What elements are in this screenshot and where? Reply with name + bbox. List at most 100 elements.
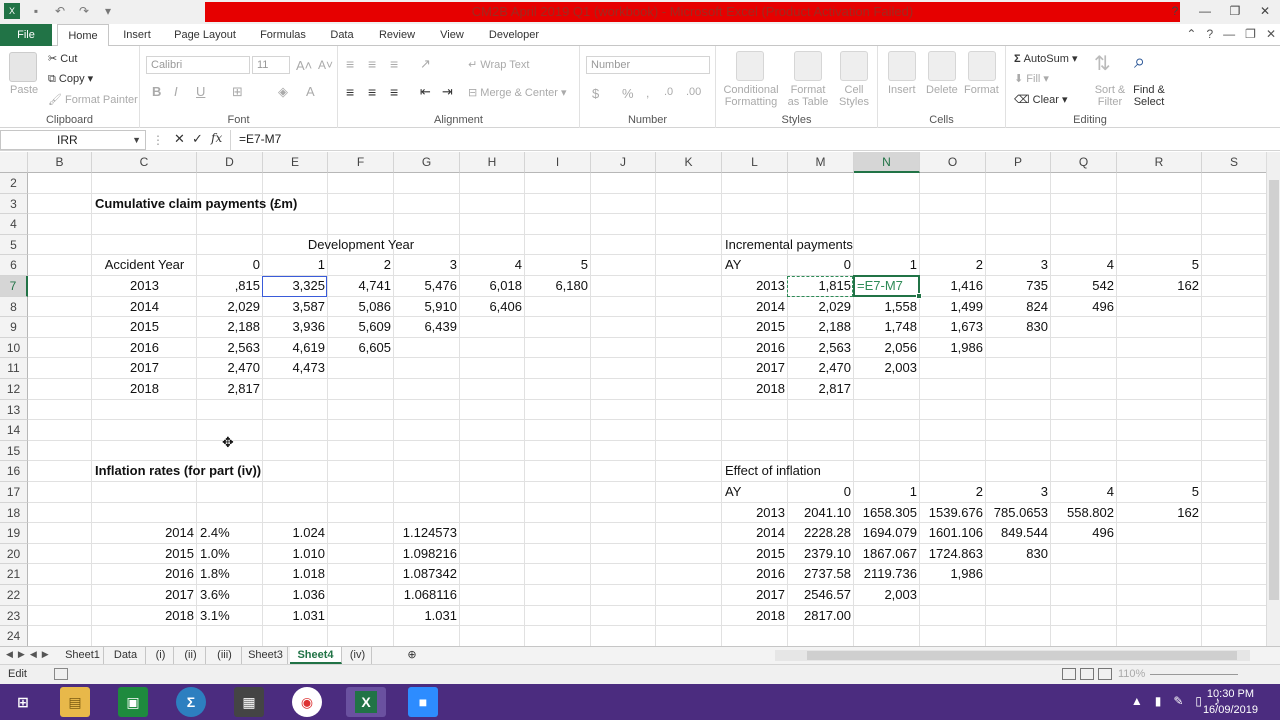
effect-period-header[interactable]: 2 [920,482,986,502]
incremental-value-cell[interactable]: 1,499 [920,297,986,317]
copy-button[interactable]: ⧉ Copy ▾ [48,72,93,86]
incremental-year-cell[interactable]: 2015 [722,317,788,337]
column-header-P[interactable]: P [986,152,1051,173]
incremental-value-cell[interactable]: 496 [1051,297,1117,317]
macro-record-icon[interactable] [54,668,68,680]
delete-cells-icon[interactable] [928,51,956,81]
cumulative-value-cell[interactable]: 5,476 [394,276,460,296]
cell-styles-icon[interactable] [840,51,868,81]
column-header-Q[interactable]: Q [1051,152,1117,173]
delete-button[interactable]: Delete [926,84,958,96]
grow-font-icon[interactable]: A˄ [296,58,312,73]
row-header-21[interactable]: 21 [0,564,28,585]
active-cell-formula[interactable]: =E7-M7 [854,276,920,296]
column-header-O[interactable]: O [920,152,986,173]
formula-input[interactable]: =E7-M7 [230,130,1270,150]
tab-formulas[interactable]: Formulas [252,24,314,46]
format-painter-button[interactable]: 🖌 Format Painter [48,93,138,106]
undo-icon[interactable]: ↶ [52,3,68,19]
insert-function-button[interactable]: fx [211,131,222,145]
column-header-J[interactable]: J [591,152,656,173]
accident-year-cell[interactable]: 2017 [92,358,197,378]
development-year-header[interactable]: Development Year [295,235,427,255]
effect-value-cell[interactable]: 1724.863 [920,544,986,564]
row-header-6[interactable]: 6 [0,255,28,276]
cumulative-value-cell[interactable]: 2,470 [197,358,263,378]
incremental-year-cell[interactable]: 2018 [722,379,788,399]
tab-page-layout[interactable]: Page Layout [168,24,242,46]
align-bottom-icon[interactable]: ≡ [390,56,398,72]
effect-value-cell[interactable]: 830 [986,544,1051,564]
tab-file[interactable]: File [0,24,52,46]
incremental-value-cell[interactable]: 1,558 [854,297,920,317]
align-left-icon[interactable]: ≡ [346,84,354,100]
inflation-year-cell[interactable]: 2015 [92,544,197,564]
inflation-factor-cell[interactable]: 1.018 [263,564,328,584]
incremental-value-cell[interactable]: 542 [1051,276,1117,296]
close-icon[interactable]: ✕ [1250,0,1280,22]
accident-year-cell[interactable]: 2016 [92,338,197,358]
binoculars-icon[interactable]: ⌕ [1134,51,1162,81]
calculator-icon[interactable]: ▦ [234,687,264,717]
row-header-3[interactable]: 3 [0,193,28,215]
tab-view[interactable]: View [432,24,472,46]
effect-value-cell[interactable]: 2041.10 [788,503,854,523]
align-center-icon[interactable]: ≡ [368,84,376,100]
row-header-14[interactable]: 14 [0,420,28,441]
sort-filter-icon[interactable]: ⇅ [1094,51,1122,81]
cumulative-value-cell[interactable]: 2,029 [197,297,263,317]
cumulative-value-cell[interactable]: 4,473 [263,358,328,378]
cumulative-value-cell[interactable]: 4,619 [263,338,328,358]
cumulative-inflation-cell[interactable]: 1.031 [394,606,460,626]
effect-year-cell[interactable]: 2018 [722,606,788,626]
inflation-rate-cell[interactable]: 2.4% [197,523,263,543]
incremental-value-cell[interactable]: 1,986 [920,338,986,358]
effect-year-cell[interactable]: 2017 [722,585,788,605]
effect-value-cell[interactable]: 2817.00 [788,606,854,626]
align-top-icon[interactable]: ≡ [346,56,354,72]
column-header-R[interactable]: R [1117,152,1202,173]
section-title-cumulative[interactable]: Cumulative claim payments (£m) [92,194,394,214]
sheet-tab-i[interactable]: (i) [148,647,174,664]
effect-value-cell[interactable]: 1,986 [920,564,986,584]
workbook-close-icon[interactable]: ✕ [1266,27,1276,41]
cumulative-value-cell[interactable]: 3,325 [263,276,328,296]
comma-style-icon[interactable]: , [646,86,649,100]
vertical-scrollbar[interactable] [1266,152,1280,646]
incremental-value-cell[interactable]: 1,748 [854,317,920,337]
cumulative-value-cell[interactable]: 6,439 [394,317,460,337]
row-header-9[interactable]: 9 [0,317,28,338]
store-icon[interactable]: ▣ [118,687,148,717]
cell-styles-button[interactable]: Cell Styles [834,84,874,108]
orientation-icon[interactable]: ↗ [420,56,431,72]
effect-value-cell[interactable]: 1694.079 [854,523,920,543]
effect-value-cell[interactable]: 2546.57 [788,585,854,605]
effect-ay-header[interactable]: AY [722,482,788,502]
insert-button[interactable]: Insert [888,84,916,96]
section-title-inflation[interactable]: Inflation rates (for part (iv)) [92,461,394,481]
column-header-M[interactable]: M [788,152,854,173]
incremental-value-cell[interactable]: 1,673 [920,317,986,337]
column-header-C[interactable]: C [92,152,197,173]
horizontal-scroll-thumb[interactable] [807,651,1237,660]
column-header-G[interactable]: G [394,152,460,173]
effect-year-cell[interactable]: 2016 [722,564,788,584]
font-size-select[interactable]: 11 [252,56,290,74]
effect-year-cell[interactable]: 2014 [722,523,788,543]
windows-start-icon[interactable]: ⊞ [8,687,38,717]
font-color-icon[interactable]: A [306,84,315,99]
tray-up-arrow-icon[interactable]: ▲ [1131,694,1143,708]
effect-period-header[interactable]: 1 [854,482,920,502]
incremental-value-cell[interactable]: 2,470 [788,358,854,378]
row-header-5[interactable]: 5 [0,234,28,256]
effect-value-cell[interactable]: 785.0653 [986,503,1051,523]
inflation-year-cell[interactable]: 2018 [92,606,197,626]
incremental-year-cell[interactable]: 2016 [722,338,788,358]
incremental-period-header[interactable]: 2 [920,255,986,275]
inflation-rate-cell[interactable]: 3.1% [197,606,263,626]
inflation-factor-cell[interactable]: 1.031 [263,606,328,626]
page-break-view-icon[interactable] [1098,668,1112,680]
fill-color-icon[interactable]: ◈ [278,84,288,100]
paste-icon[interactable] [9,52,37,82]
incremental-value-cell[interactable]: 2,003 [854,358,920,378]
